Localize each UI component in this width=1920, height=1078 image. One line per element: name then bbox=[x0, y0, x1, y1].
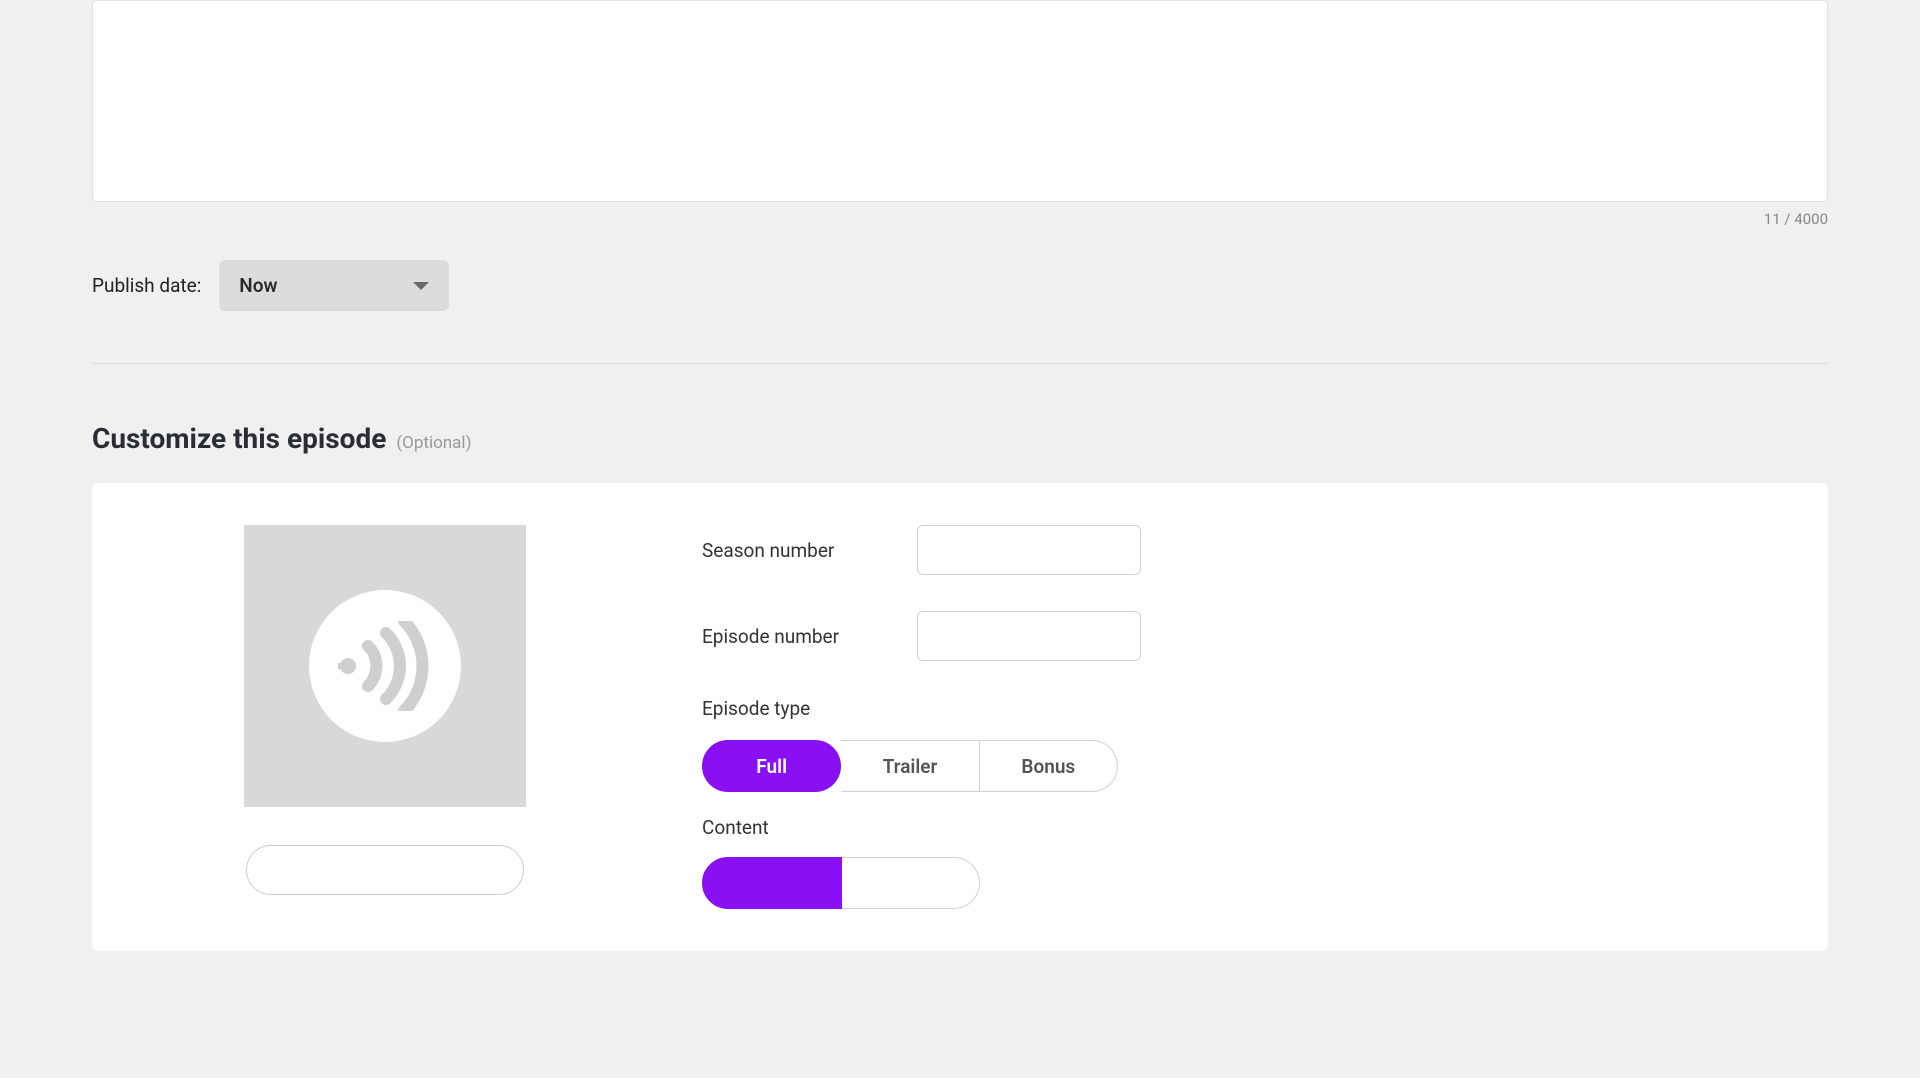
customize-optional-label: (Optional) bbox=[396, 433, 471, 453]
publish-date-label: Publish date: bbox=[92, 274, 201, 297]
upload-image-button[interactable] bbox=[246, 845, 524, 895]
content-option-2[interactable] bbox=[842, 857, 981, 909]
episode-number-input[interactable] bbox=[917, 611, 1141, 661]
chevron-down-icon bbox=[413, 282, 429, 290]
episode-type-segmented: Full Trailer Bonus bbox=[702, 740, 1118, 792]
publish-date-dropdown[interactable]: Now bbox=[219, 260, 449, 311]
content-label: Content bbox=[702, 816, 1776, 839]
char-counter: 11 / 4000 bbox=[92, 210, 1828, 228]
content-segmented bbox=[702, 857, 980, 909]
podcast-icon bbox=[309, 590, 461, 742]
episode-type-full[interactable]: Full bbox=[702, 740, 841, 792]
episode-art-placeholder[interactable] bbox=[244, 525, 526, 807]
customize-panel: Season number Episode number Episode typ… bbox=[92, 483, 1828, 951]
episode-type-trailer[interactable]: Trailer bbox=[841, 740, 979, 792]
publish-date-value: Now bbox=[239, 274, 277, 297]
section-divider bbox=[92, 363, 1828, 364]
episode-type-label: Episode type bbox=[702, 697, 917, 720]
season-number-label: Season number bbox=[702, 539, 917, 562]
episode-type-bonus[interactable]: Bonus bbox=[980, 740, 1118, 792]
episode-number-label: Episode number bbox=[702, 625, 917, 648]
description-textarea[interactable] bbox=[92, 0, 1828, 202]
customize-section-title: Customize this episode bbox=[92, 422, 386, 455]
season-number-input[interactable] bbox=[917, 525, 1141, 575]
content-option-1[interactable] bbox=[702, 857, 842, 909]
